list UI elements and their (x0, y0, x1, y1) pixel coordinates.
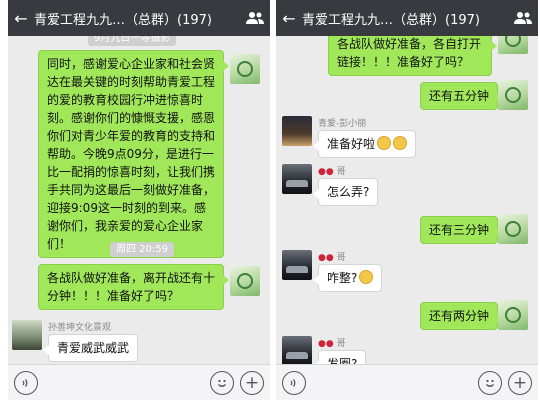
avatar[interactable] (12, 320, 42, 350)
sender-name: ●● 哥 (318, 339, 346, 349)
message-bubble[interactable]: 同时，感谢爱心企业家和社会贤达在最关键的时刻帮助青爱工程的爱的教育校园行冲进惊喜… (38, 50, 229, 258)
cherry-icon: ●● (318, 167, 334, 177)
message-bubble[interactable]: 还有五分钟 (420, 82, 504, 110)
avatar[interactable] (498, 214, 528, 244)
chat-screen-left: ← 青爱工程九九…（总群）(197) 9月九日一等摄影 同时，感谢爱心企业家和社… (8, 0, 270, 400)
emoji-icon[interactable] (478, 371, 502, 395)
message-bubble[interactable]: 还有两分钟 (420, 302, 504, 330)
input-bar: + (8, 364, 270, 400)
plus-icon[interactable]: + (240, 371, 264, 395)
sender-name: ●● 哥 (318, 167, 346, 177)
timestamp: 9月九日一等摄影 (88, 36, 177, 46)
shrug-emoji-icon (359, 270, 374, 284)
input-bar: + (276, 364, 538, 400)
sender-name: 青爱-彭小丽 (318, 119, 367, 129)
message-bubble[interactable]: 发圈? (312, 350, 367, 364)
chat-title: 青爱工程九九…（总群）(197) (302, 12, 480, 28)
chat-header: ← 青爱工程九九…（总群）(197) (276, 0, 538, 36)
message-bubble[interactable]: 怎么弄? (312, 178, 379, 206)
message-bubble[interactable]: 青爱威武威武 (42, 334, 139, 362)
avatar[interactable] (282, 164, 312, 194)
chat-header: ← 青爱工程九九…（总群）(197) (8, 0, 270, 36)
sender-name: 孙善坤文化景观 (48, 323, 112, 333)
emoji-icon[interactable] (210, 371, 234, 395)
group-members-icon[interactable] (508, 11, 538, 25)
avatar[interactable] (282, 116, 312, 146)
sender-name: ●● 哥 (318, 253, 346, 263)
message-bubble[interactable]: 咋整? (312, 264, 383, 292)
cherry-icon: ●● (318, 339, 334, 349)
message-list[interactable]: 9月九日一等摄影 同时，感谢爱心企业家和社会贤达在最关键的时刻帮助青爱工程的爱的… (8, 36, 270, 364)
plus-icon[interactable]: + (508, 371, 532, 395)
cherry-icon: ●● (318, 253, 334, 263)
message-list[interactable]: 各战队做好准备，各自打开链接！！！准备好了吗？ 还有五分钟 青爱-彭小丽 准备好… (276, 36, 538, 364)
group-members-icon[interactable] (240, 11, 270, 25)
voice-icon[interactable] (14, 371, 38, 395)
message-text: 准备好啦 (327, 137, 376, 151)
voice-icon[interactable] (282, 371, 306, 395)
avatar[interactable] (498, 300, 528, 330)
sleepy-emoji-icon (377, 136, 392, 150)
message-bubble[interactable]: 还有三分钟 (420, 216, 504, 244)
message-bubble[interactable]: 各战队做好准备，离开战还有十分钟！！！准备好了吗？ (38, 264, 229, 310)
avatar[interactable] (230, 54, 260, 84)
message-bubble[interactable]: 各战队做好准备，各自打开链接！！！准备好了吗？ (328, 36, 497, 76)
back-arrow-icon[interactable]: ← (8, 9, 34, 28)
avatar[interactable] (230, 266, 260, 296)
avatar[interactable] (282, 250, 312, 280)
avatar[interactable] (498, 36, 528, 54)
avatar[interactable] (498, 80, 528, 110)
avatar[interactable] (282, 336, 312, 364)
chat-screen-right: ← 青爱工程九九…（总群）(197) 各战队做好准备，各自打开链接！！！准备好了… (276, 0, 538, 400)
timestamp: 周四 20:59 (110, 242, 174, 257)
message-text: 咋整? (327, 271, 358, 285)
chat-title: 青爱工程九九…（总群）(197) (34, 12, 212, 28)
dizzy-emoji-icon (393, 136, 408, 150)
message-bubble[interactable]: 准备好啦 (312, 130, 417, 158)
back-arrow-icon[interactable]: ← (276, 9, 302, 28)
